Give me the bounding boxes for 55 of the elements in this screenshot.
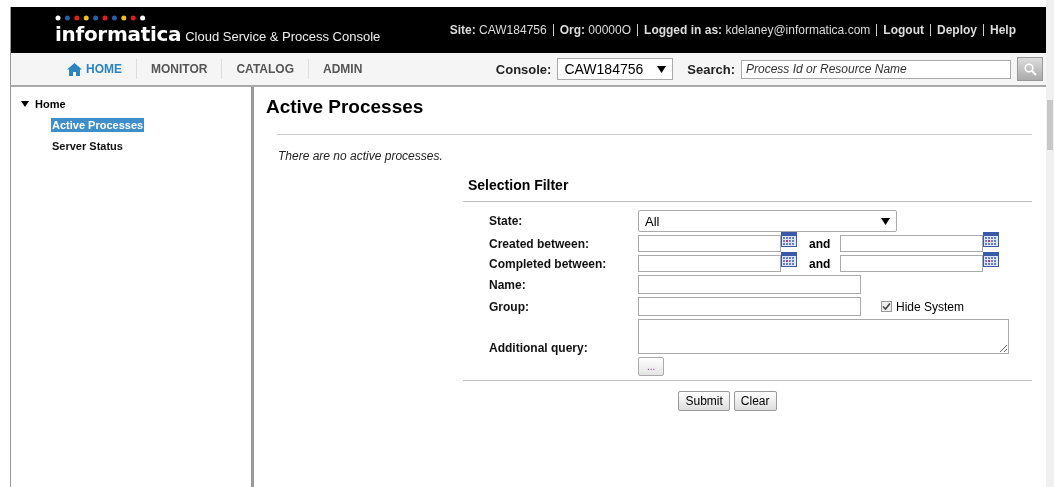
logo-text: informatica — [55, 21, 182, 46]
tree-item[interactable]: Active Processes — [51, 118, 145, 132]
console-dropdown[interactable]: CAW184756 — [557, 58, 674, 80]
home-icon — [67, 62, 82, 76]
field-label: Name: — [489, 277, 527, 292]
text-field[interactable] — [638, 297, 861, 316]
field-label: Created between: — [489, 236, 591, 251]
search-label: Search: — [687, 61, 735, 77]
calendar-icon[interactable] — [781, 232, 797, 247]
and-label: and — [809, 257, 831, 271]
caret-icon — [657, 65, 667, 73]
tree-item[interactable]: Server Status — [51, 139, 124, 153]
date-field[interactable] — [840, 255, 984, 272]
org-info: Org: 00000O — [552, 24, 638, 36]
header-link[interactable]: Help — [990, 23, 1016, 37]
form-button[interactable]: Submit — [678, 391, 730, 411]
nav-tab[interactable]: HOME — [53, 59, 136, 79]
checkbox-label: Hide System — [896, 299, 965, 314]
nav-tab[interactable]: ADMIN — [308, 59, 377, 79]
field-label: State: — [489, 214, 524, 228]
calendar-icon[interactable] — [983, 232, 1000, 247]
search-icon — [1023, 62, 1037, 76]
tree-node[interactable]: Home — [11, 97, 251, 111]
page-title: Active Processes — [266, 96, 425, 118]
date-field[interactable] — [638, 255, 781, 272]
site-info: Site: CAW184756 — [448, 24, 548, 36]
product-name: Cloud Service & Process Console — [185, 28, 381, 44]
nav-tab[interactable]: CATALOG — [221, 59, 308, 79]
query-field[interactable] — [638, 319, 1009, 354]
nav-tab[interactable]: MONITOR — [136, 59, 222, 79]
state-dropdown[interactable]: All — [638, 210, 897, 232]
checkbox[interactable] — [881, 301, 892, 312]
expanded-caret-icon — [21, 100, 29, 108]
date-field[interactable] — [638, 235, 781, 252]
field-label: Additional query: — [489, 340, 589, 355]
date-field[interactable] — [840, 235, 984, 252]
field-label: Completed between: — [489, 256, 608, 271]
filter-title: Selection Filter — [463, 177, 1032, 202]
field-label: Group: — [489, 299, 530, 314]
form-button[interactable]: Clear — [733, 391, 777, 411]
calendar-icon[interactable] — [781, 252, 797, 267]
checkmark-icon — [882, 302, 891, 311]
scrollbar[interactable] — [1046, 0, 1054, 487]
calendar-icon[interactable] — [983, 252, 1000, 267]
empty-message: There are no active processes. — [278, 149, 444, 163]
and-label: and — [809, 237, 831, 251]
caret-icon — [881, 217, 890, 225]
search-field[interactable]: Process Id or Resource Name — [741, 59, 1011, 79]
more-button[interactable]: ... — [638, 357, 665, 376]
search-button[interactable] — [1017, 57, 1043, 81]
header-link[interactable]: Logout — [883, 23, 924, 37]
console-label: Console: — [495, 61, 552, 77]
user-info: Logged in as: kdelaney@informatica.com — [637, 24, 877, 36]
header-link[interactable]: Deploy — [936, 23, 977, 37]
text-field[interactable] — [638, 275, 861, 294]
